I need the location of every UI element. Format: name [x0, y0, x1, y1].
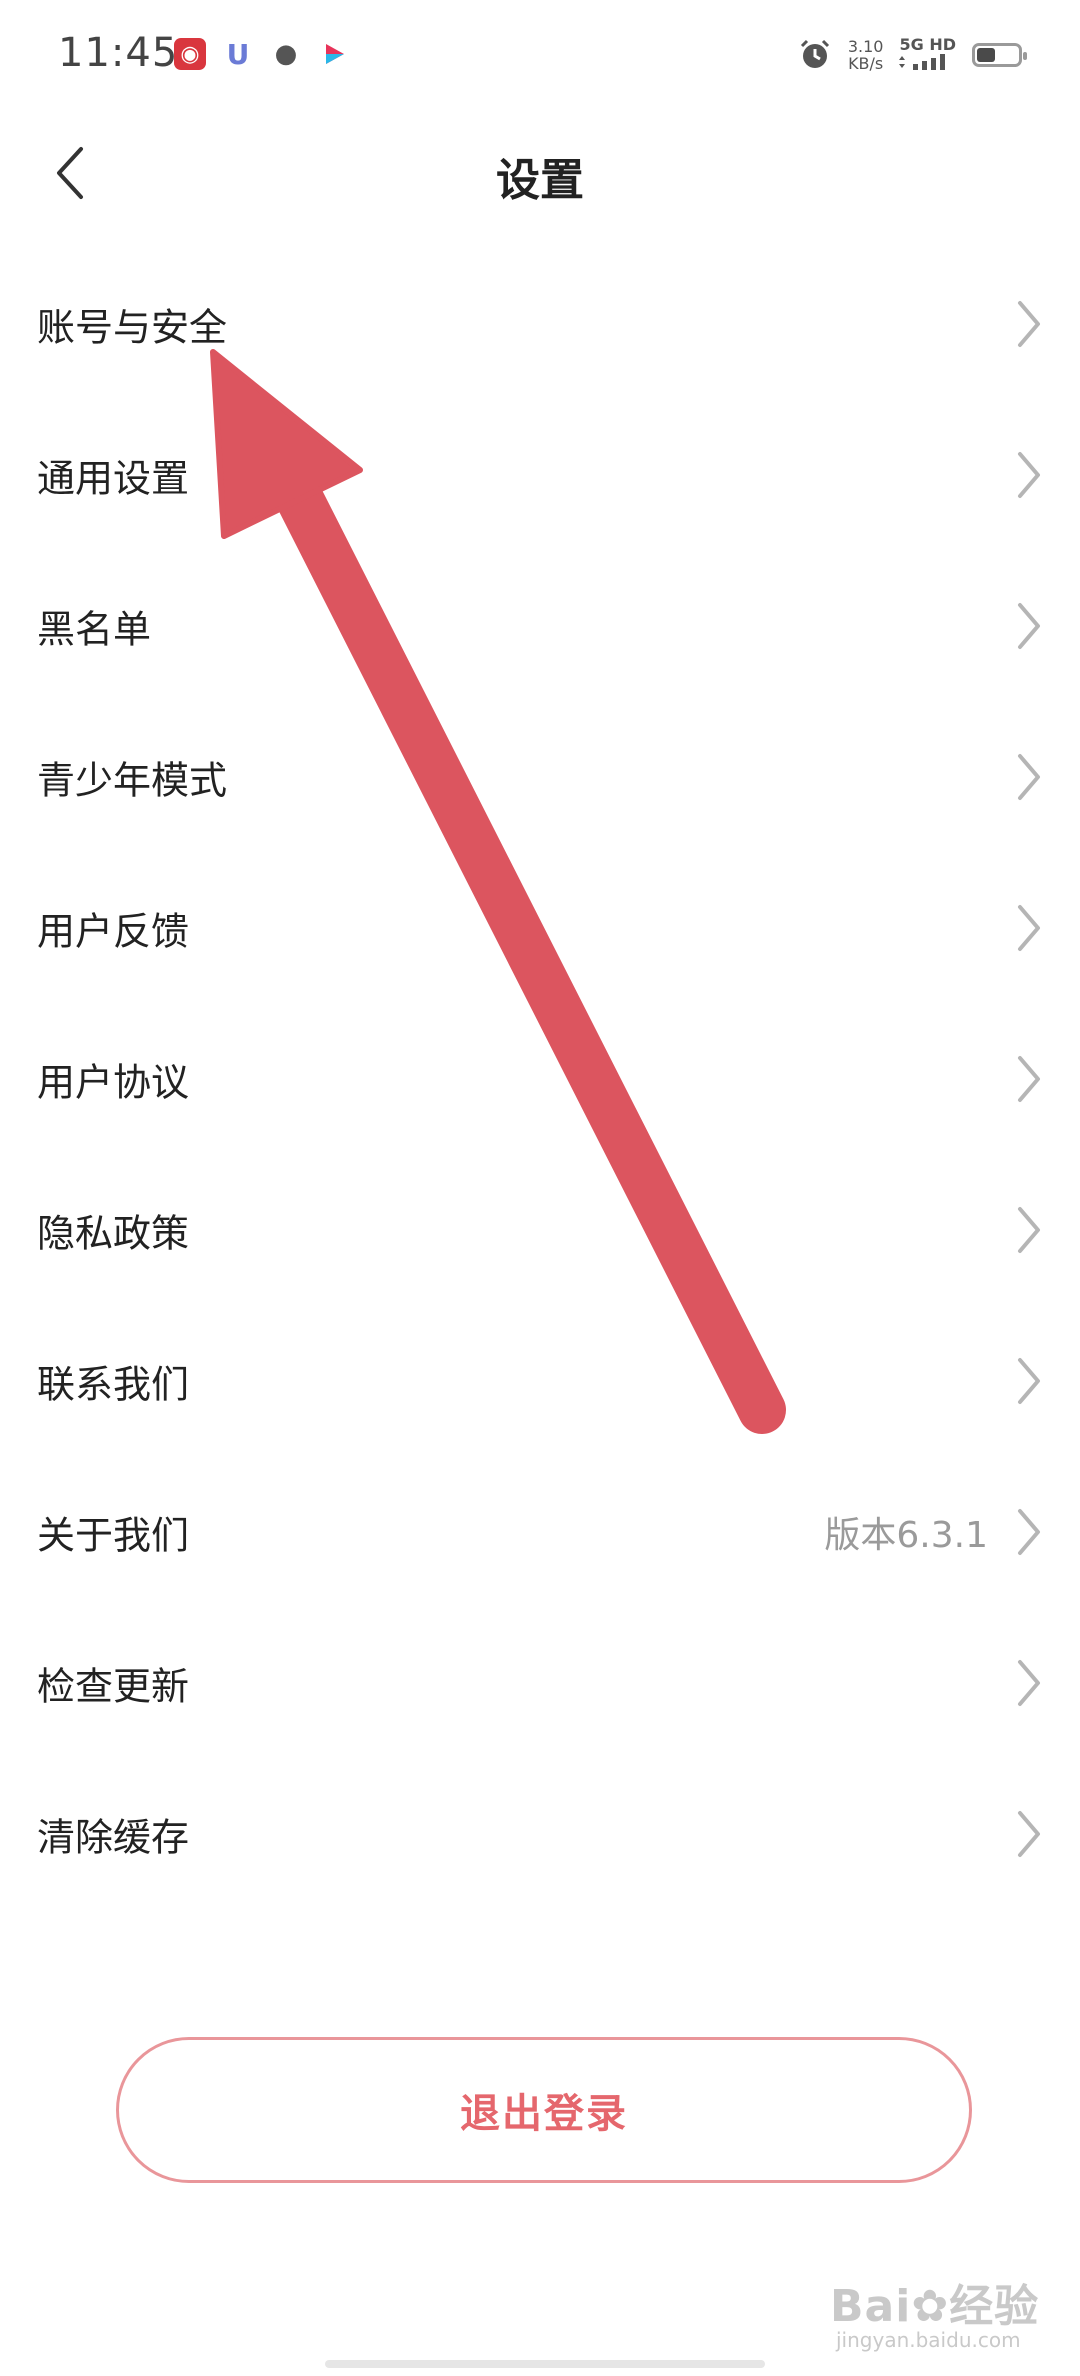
settings-row[interactable]: 用户协议 — [0, 1003, 1080, 1154]
settings-row-label: 青少年模式 — [37, 758, 228, 802]
settings-row[interactable]: 关于我们 版本6.3.1 — [0, 1456, 1080, 1607]
net-speed-value: 3.10 — [847, 37, 884, 56]
settings-row[interactable]: 账号与安全 — [0, 248, 1080, 399]
status-bar: 11:45 ◉ U ● 3.10 KB/s 5G HD — [0, 0, 1080, 110]
chevron-right-icon — [1018, 602, 1040, 649]
settings-row-label: 检查更新 — [37, 1664, 190, 1708]
baidu-watermark: Bai✿经验 jingyan.baidu.com — [830, 2270, 1050, 2360]
watermark-domain: jingyan.baidu.com — [836, 2328, 1021, 2352]
page-title: 设置 — [496, 155, 584, 206]
video-app-icon — [318, 38, 350, 70]
settings-row-value: 版本6.3.1 — [824, 1514, 988, 1556]
app-red-icon: ◉ — [174, 38, 206, 70]
settings-row-label: 清除缓存 — [37, 1815, 190, 1859]
settings-row-label: 黑名单 — [37, 607, 152, 651]
nav-bar: 设置 — [0, 110, 1080, 240]
settings-row-label: 账号与安全 — [37, 305, 228, 349]
net-speed-unit: KB/s — [848, 54, 884, 73]
settings-row[interactable]: 通用设置 — [0, 399, 1080, 550]
magnet-icon: U — [226, 37, 250, 71]
settings-row[interactable]: 检查更新 — [0, 1607, 1080, 1758]
paw-icon: ✿ — [911, 2281, 950, 2332]
settings-row[interactable]: 联系我们 — [0, 1305, 1080, 1456]
signal-block: 5G HD — [899, 36, 956, 74]
settings-row[interactable]: 隐私政策 — [0, 1154, 1080, 1305]
chevron-right-icon — [1018, 1810, 1040, 1857]
chevron-right-icon — [1018, 300, 1040, 347]
chevron-right-icon — [1018, 753, 1040, 800]
settings-row-label: 用户反馈 — [37, 909, 190, 953]
settings-row-label: 联系我们 — [37, 1362, 190, 1406]
chevron-right-icon — [1018, 1055, 1040, 1102]
status-time: 11:45 — [58, 30, 179, 76]
chevron-right-icon — [1018, 1659, 1040, 1706]
wechat-icon: ● — [274, 39, 298, 69]
settings-row-label: 隐私政策 — [37, 1211, 190, 1255]
watermark-brand-suffix: 经验 — [949, 2281, 1040, 2332]
chevron-right-icon — [1018, 904, 1040, 951]
notification-icons: ◉ U ● — [174, 37, 350, 71]
net-speed: 3.10 KB/s — [848, 38, 884, 72]
network-type: 5G HD — [899, 35, 956, 54]
logout-button[interactable]: 退出登录 — [116, 2037, 972, 2183]
battery-fill — [977, 48, 995, 62]
settings-row[interactable]: 用户反馈 — [0, 852, 1080, 1003]
chevron-right-icon — [1018, 1357, 1040, 1404]
settings-row-label: 关于我们 — [37, 1513, 190, 1557]
settings-row[interactable]: 青少年模式 — [0, 701, 1080, 852]
signal-icon — [899, 54, 946, 70]
settings-row[interactable]: 黑名单 — [0, 550, 1080, 701]
settings-row-label: 用户协议 — [37, 1060, 190, 1104]
watermark-brand-text: Bai — [830, 2281, 912, 2332]
watermark-brand: Bai✿经验 — [830, 2270, 1039, 2334]
alarm-icon — [800, 39, 829, 68]
chevron-right-icon — [1018, 451, 1040, 498]
settings-row-label: 通用设置 — [37, 456, 190, 500]
chevron-right-icon — [1018, 1206, 1040, 1253]
home-indicator[interactable] — [325, 2360, 765, 2368]
settings-list: 账号与安全通用设置黑名单青少年模式用户反馈用户协议隐私政策联系我们关于我们 版本6… — [0, 248, 1080, 1909]
battery-icon — [972, 43, 1027, 67]
chevron-right-icon — [1018, 1508, 1040, 1555]
logout-label: 退出登录 — [460, 2091, 628, 2137]
settings-row[interactable]: 清除缓存 — [0, 1758, 1080, 1909]
